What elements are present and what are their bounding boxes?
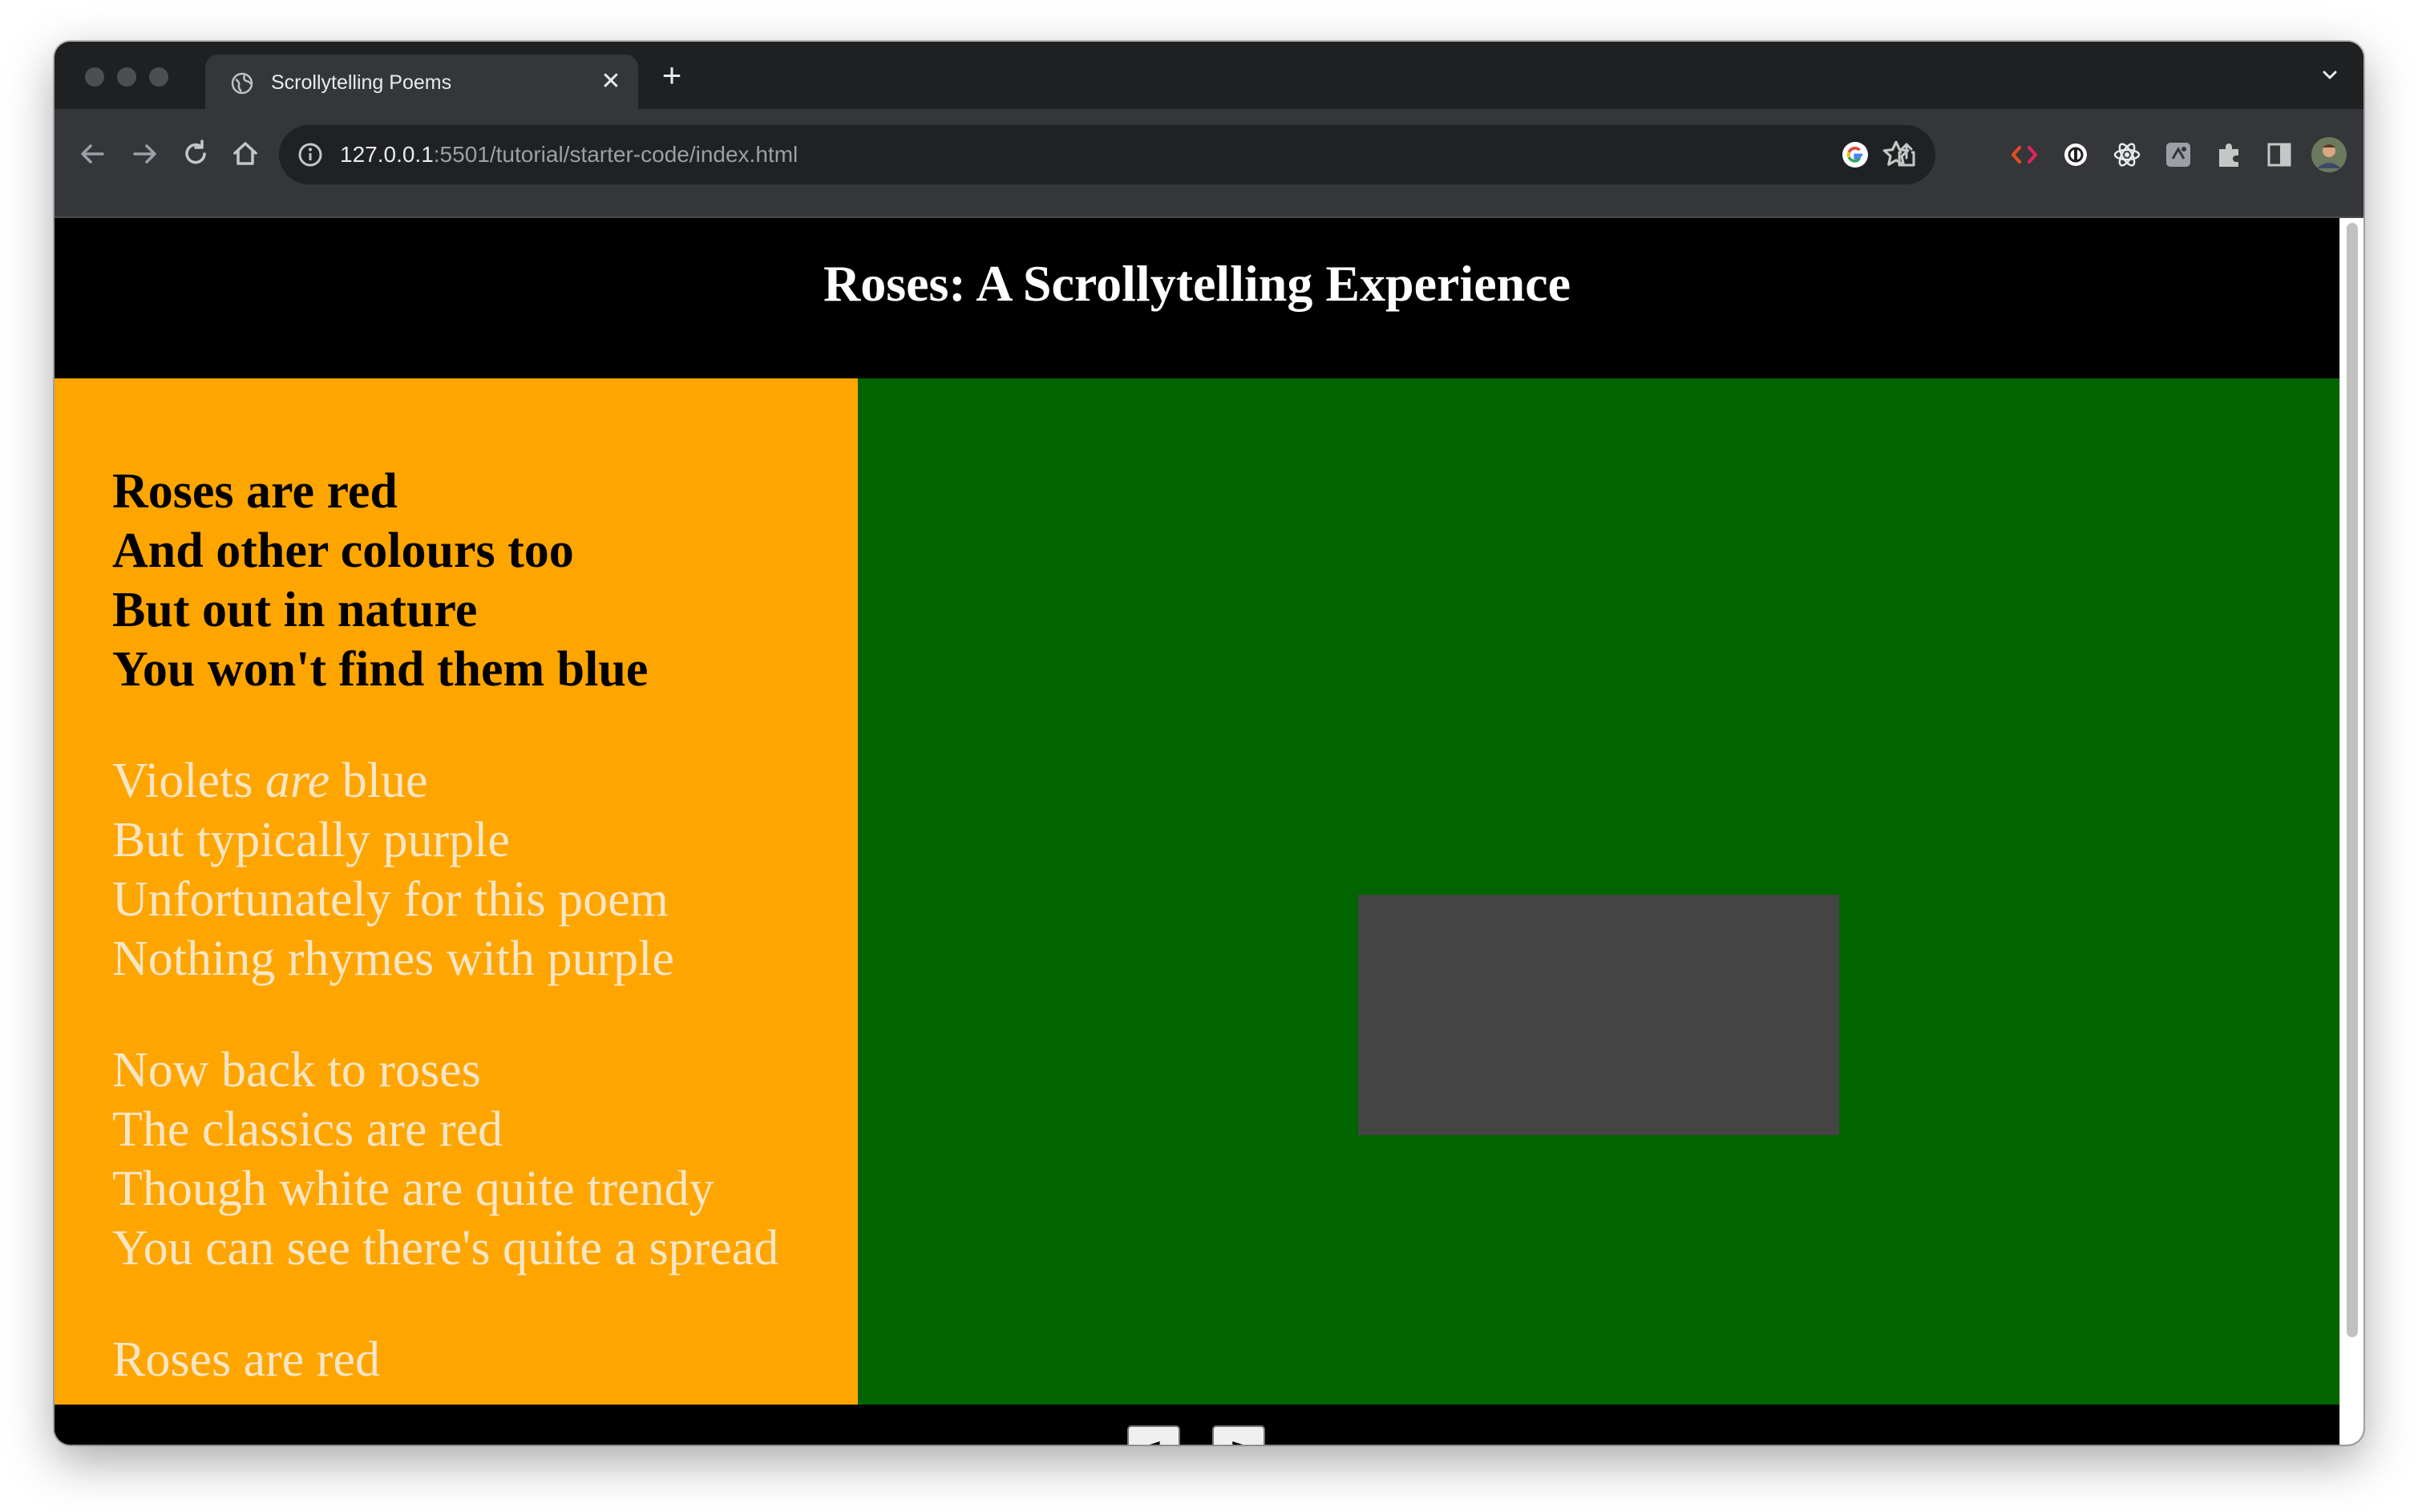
square-extension-icon[interactable] — [2163, 139, 2194, 170]
poem-line: Roses are red — [112, 1332, 380, 1387]
poem-line: Roses are red — [112, 464, 398, 519]
globe-icon — [231, 72, 253, 95]
page-footer — [55, 1405, 2339, 1445]
address-bar[interactable]: 127.0.0.1:5501/tutorial/starter-code/ind… — [279, 125, 1935, 184]
poem-line-emphasis: are — [265, 754, 330, 808]
close-window-button[interactable] — [85, 67, 104, 87]
url-host: 127.0.0.1 — [340, 142, 434, 167]
site-info-icon[interactable] — [297, 141, 324, 168]
poem-line: You won't find them blue — [112, 642, 649, 697]
tab-strip: Scrollytelling Poems ✕ + — [55, 42, 2363, 109]
page-scrollbar[interactable] — [2339, 218, 2363, 1445]
tab-close-icon[interactable]: ✕ — [598, 69, 624, 95]
stanza-3: Now back to roses The classics are red T… — [112, 1041, 778, 1278]
puzzle-extensions-icon[interactable] — [2214, 139, 2245, 170]
minimize-window-button[interactable] — [117, 67, 136, 87]
poem-line: You can see there's quite a spread — [112, 1221, 779, 1275]
side-panel-icon[interactable] — [2264, 139, 2295, 170]
circle-extension-icon[interactable] — [2060, 139, 2091, 170]
back-icon[interactable] — [75, 136, 111, 172]
maximize-window-button[interactable] — [149, 67, 168, 87]
page-header: Roses: A Scrollytelling Experience — [55, 218, 2339, 378]
next-stanza-button[interactable]: ► — [1212, 1425, 1265, 1445]
tab-title: Scrollytelling Poems — [271, 71, 452, 94]
poem-line: And other colours too — [112, 524, 574, 578]
browser-toolbar: 127.0.0.1:5501/tutorial/starter-code/ind… — [55, 109, 2363, 218]
poem-line: Unfortunately for this poem — [112, 872, 669, 927]
poem-panel[interactable]: Roses are red And other colours too But … — [55, 378, 858, 1405]
stanza-1: Roses are red And other colours too But … — [112, 462, 648, 699]
url-text[interactable]: 127.0.0.1:5501/tutorial/starter-code/ind… — [340, 139, 798, 170]
poem-line: But typically purple — [112, 813, 510, 867]
poem-line: The classics are red — [112, 1102, 503, 1157]
visualization-rectangle — [1358, 895, 1839, 1135]
react-devtools-icon[interactable] — [2112, 139, 2142, 170]
previous-stanza-button[interactable]: ◄ — [1127, 1425, 1180, 1445]
poem-line: But out in nature — [112, 583, 478, 637]
tab-search-chevron-icon[interactable] — [2317, 63, 2343, 88]
stanza-2: Violets are blue But typically purple Un… — [112, 751, 674, 988]
poem-line-text: Violets — [112, 754, 265, 808]
poem-line: Though white are quite trendy — [112, 1162, 714, 1216]
new-tab-button[interactable]: + — [656, 59, 688, 92]
page-viewport: Roses: A Scrollytelling Experience Roses… — [55, 218, 2363, 1445]
visualization-panel — [858, 378, 2339, 1405]
poem-line-text: blue — [330, 754, 428, 808]
poem-line: Violets are blue — [112, 751, 674, 811]
url-path: :5501/tutorial/starter-code/index.html — [433, 142, 799, 167]
browser-window: Scrollytelling Poems ✕ + 127.0.0.1:5501/… — [55, 42, 2363, 1445]
code-brackets-extension-icon[interactable] — [2009, 139, 2040, 170]
home-icon[interactable] — [228, 136, 263, 172]
forward-icon[interactable] — [127, 136, 162, 172]
poem-line: Nothing rhymes with purple — [112, 932, 674, 986]
stanza-4: Roses are red — [112, 1330, 380, 1389]
bookmark-star-icon[interactable] — [1881, 139, 1911, 169]
browser-tab[interactable]: Scrollytelling Poems ✕ — [205, 55, 638, 109]
reload-icon[interactable] — [178, 136, 213, 172]
poem-line: Now back to roses — [112, 1043, 481, 1098]
profile-avatar[interactable] — [2311, 136, 2347, 173]
google-icon[interactable] — [1841, 140, 1870, 169]
page-title: Roses: A Scrollytelling Experience — [823, 255, 1571, 312]
scrollbar-thumb[interactable] — [2347, 223, 2358, 1337]
